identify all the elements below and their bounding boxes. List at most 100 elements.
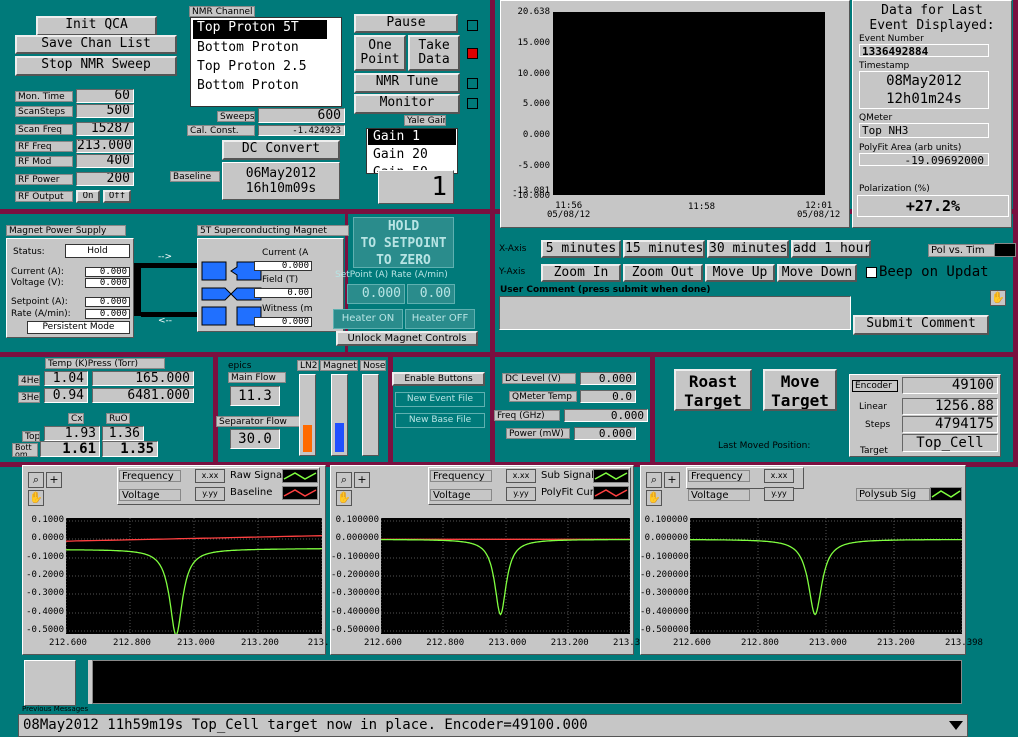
y-tick-label: -0.100000 [640, 551, 689, 562]
monitor-button[interactable]: Monitor [354, 94, 460, 114]
legend-baseline-label: Baseline [230, 487, 273, 498]
main-flow-value: 11.3 [230, 386, 280, 406]
ps-current-label: Current (A): [11, 267, 64, 277]
heater-on-button[interactable]: Heater ON [333, 309, 403, 329]
heater-off-button[interactable]: Heater OFF [405, 309, 475, 329]
frequency-axis-label[interactable]: Frequency [119, 470, 181, 482]
param-value[interactable]: 15287 [76, 122, 134, 136]
frequency-axis-label[interactable]: Frequency [688, 470, 750, 482]
stop-nmr-sweep-button[interactable]: Stop NMR Sweep [15, 56, 177, 76]
rf-on-button[interactable]: On [76, 190, 100, 203]
x-5min-button[interactable]: 5 minutes [541, 240, 621, 258]
gain-item[interactable]: Gain 1 [368, 129, 456, 145]
x-scale-icon[interactable]: x.xx [506, 469, 536, 483]
hand-icon[interactable]: ✋ [990, 290, 1006, 306]
nmr-channel-list[interactable]: Top Proton 5T Bottom Proton Top Proton 2… [190, 17, 342, 107]
voltage-axis-label[interactable]: Voltage [688, 489, 750, 501]
nmr-signal-plot[interactable] [66, 518, 322, 634]
param-value[interactable]: 200 [76, 172, 134, 186]
save-chan-list-button[interactable]: Save Chan List [15, 35, 177, 54]
one-point-button[interactable]: One Point [354, 35, 406, 71]
zoom-tool-icon[interactable]: ⌕ [28, 472, 44, 488]
add-1hour-button[interactable]: add 1 hour [791, 240, 871, 258]
rf-off-button[interactable]: Off [103, 190, 131, 203]
zoom-out-button[interactable]: Zoom Out [623, 264, 703, 282]
voltage-axis-label[interactable]: Voltage [119, 489, 181, 501]
nmr-tune-button[interactable]: NMR Tune [354, 73, 460, 93]
pan-tool-icon[interactable]: ✋ [646, 490, 662, 506]
x-scale-icon[interactable]: x.xx [195, 469, 225, 483]
y-tick-label: -5.000 [517, 161, 550, 171]
gain-item[interactable]: Gain 20 [368, 147, 456, 163]
move-down-button[interactable]: Move Down [777, 264, 857, 282]
voltage-axis-label[interactable]: Voltage [430, 489, 492, 501]
y-tick-label: -0.4000 [26, 606, 64, 617]
param-value[interactable]: 400 [76, 154, 134, 168]
zoom-tool-icon[interactable]: ⌕ [646, 472, 662, 488]
move-target-button[interactable]: Move Target [763, 369, 837, 411]
y-scale-icon[interactable]: y.yy [764, 487, 794, 501]
param-value[interactable]: 213.000 [76, 139, 134, 153]
nmr-channel-item[interactable]: Top Proton 5T [193, 20, 327, 39]
chevron-down-icon[interactable] [949, 721, 963, 730]
user-comment-input[interactable] [499, 296, 851, 330]
y-tick-label: -0.400000 [331, 606, 380, 617]
one-point-label2: Point [360, 51, 400, 67]
separator-middle [0, 352, 1018, 357]
y-tick-label: 0.1000 [31, 515, 64, 525]
wire-block [134, 263, 141, 316]
param-label: Scan Freq [15, 124, 73, 135]
qmeter-label: QMeter [859, 113, 893, 123]
status-message-bar[interactable]: 08May2012 11h59m19s Top_Cell target now … [18, 714, 968, 737]
pause-button[interactable]: Pause [354, 14, 458, 33]
nmr-signal-plot[interactable] [690, 518, 962, 634]
x-30min-button[interactable]: 30 minutes [707, 240, 789, 258]
dc-convert-button[interactable]: DC Convert [222, 140, 340, 160]
previous-messages-button[interactable] [24, 660, 76, 706]
encoder-label: Encoder [852, 380, 898, 392]
beep-checkbox[interactable] [866, 267, 877, 278]
move-up-button[interactable]: Move Up [705, 264, 775, 282]
pan-tool-icon[interactable]: ✋ [336, 490, 352, 506]
x-scale-icon[interactable]: x.xx [764, 469, 794, 483]
new-event-file-button[interactable]: New Event File [395, 392, 485, 407]
legend-red-swatch [282, 486, 318, 500]
crosshair-tool-icon[interactable]: + [354, 472, 370, 488]
y-tick-label: -0.200000 [331, 570, 380, 580]
submit-comment-button[interactable]: Submit Comment [853, 315, 989, 335]
nmr-channel-item[interactable]: Top Proton 2.5 [193, 59, 327, 77]
roast-target-button[interactable]: Roast Target [674, 369, 752, 411]
param-value[interactable]: 60 [76, 89, 134, 103]
unlock-magnet-button[interactable]: Unlock Magnet Controls [336, 331, 478, 346]
linear-label: Linear [859, 402, 887, 412]
sc-current-value: 0.000 [254, 261, 312, 271]
main-flow-label: Main Flow [228, 372, 286, 383]
qmeter-temp-value: 0.0 [580, 390, 636, 403]
magnet-level-bar [331, 374, 348, 456]
x-axis-label: X-Axis [499, 244, 527, 254]
x-tick-label: 213.398 [945, 638, 983, 648]
pan-tool-icon[interactable]: ✋ [28, 490, 44, 506]
encoder-panel: Encoder 49100 Linear 1256.88 Steps 47941… [849, 374, 1001, 457]
polarization-plot[interactable] [553, 12, 825, 195]
nmr-channel-item[interactable]: Bottom Proton [193, 78, 327, 96]
param-value[interactable]: 500 [76, 104, 134, 118]
nmr-signal-plot[interactable] [381, 518, 630, 634]
pol-vs-time-swatch [994, 243, 1016, 257]
yale-gain-list[interactable]: Gain 1 Gain 20 Gain 50 [366, 128, 458, 174]
x-tick-label: 213.200 [877, 638, 915, 648]
y-tick-label: -0.400000 [640, 606, 689, 617]
take-data-button[interactable]: Take Data [408, 35, 460, 71]
y-scale-icon[interactable]: y.yy [195, 487, 225, 501]
crosshair-tool-icon[interactable]: + [664, 472, 680, 488]
zoom-tool-icon[interactable]: ⌕ [336, 472, 352, 488]
init-qca-button[interactable]: Init QCA [36, 16, 157, 36]
y-scale-icon[interactable]: y.yy [506, 487, 536, 501]
crosshair-tool-icon[interactable]: + [46, 472, 62, 488]
enable-buttons-button[interactable]: Enable Buttons [392, 372, 485, 386]
nmr-channel-item[interactable]: Bottom Proton [193, 40, 327, 58]
x-15min-button[interactable]: 15 minutes [623, 240, 705, 258]
new-base-file-button[interactable]: New Base File [395, 413, 485, 428]
zoom-in-button[interactable]: Zoom In [541, 264, 621, 282]
frequency-axis-label[interactable]: Frequency [430, 470, 492, 482]
